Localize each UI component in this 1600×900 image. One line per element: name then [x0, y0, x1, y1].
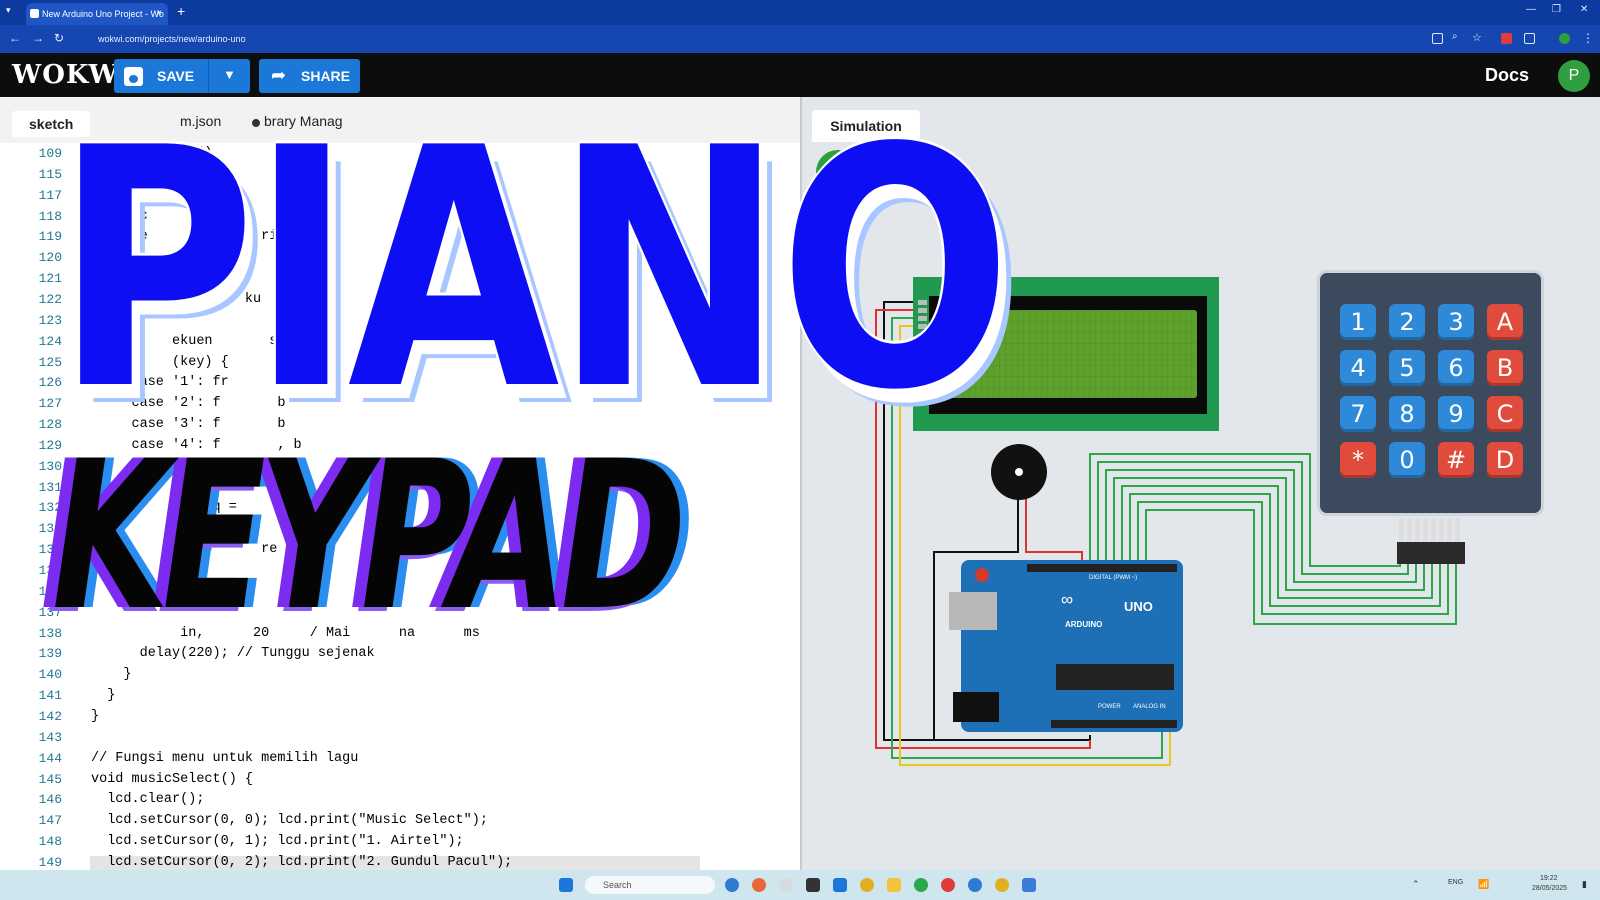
keypad-key[interactable]: 7	[1340, 396, 1376, 432]
keypad-key[interactable]: B	[1487, 350, 1523, 386]
notification-icon[interactable]: ▮	[1582, 879, 1587, 890]
power-pin-label: POWER	[1098, 704, 1121, 710]
terminal-icon[interactable]	[806, 878, 820, 892]
keypad-pin	[1431, 518, 1436, 542]
keypad-key[interactable]: #	[1438, 442, 1474, 478]
windows-start-icon[interactable]	[559, 878, 573, 892]
keypad-pin	[1423, 518, 1428, 542]
language-indicator[interactable]: ENG	[1448, 879, 1463, 886]
keypad-key[interactable]: 4	[1340, 350, 1376, 386]
atmega-chip	[1056, 664, 1174, 690]
clock-time[interactable]: 19:22	[1540, 875, 1558, 882]
keypad-key[interactable]: D	[1487, 442, 1523, 478]
arduino-uno-board[interactable]: ∞ UNO ARDUINO DIGITAL (PWM ~) POWER ANAL…	[949, 560, 1183, 732]
board-label: UNO	[1124, 599, 1153, 614]
overlay-title-piano: PIANO	[55, 78, 1012, 462]
keypad-pin	[1447, 518, 1452, 542]
usb-port	[949, 592, 997, 630]
chrome-profile-2-icon[interactable]	[941, 878, 955, 892]
power-jack	[953, 692, 999, 722]
app-icon[interactable]	[779, 878, 793, 892]
keypad-key[interactable]: C	[1487, 396, 1523, 432]
keypad-pin	[1415, 518, 1420, 542]
tray-chevron-icon[interactable]: ⌃	[1412, 879, 1420, 890]
chrome-profile-4-icon[interactable]	[995, 878, 1009, 892]
keypad-key[interactable]: 3	[1438, 304, 1474, 340]
chrome-profile-1-icon[interactable]	[914, 878, 928, 892]
chrome-profile-3-icon[interactable]	[968, 878, 982, 892]
keypad-key[interactable]: A	[1487, 304, 1523, 340]
keypad-pin	[1439, 518, 1444, 542]
clock-date[interactable]: 28/05/2025	[1532, 885, 1567, 892]
screen: ▾ New Arduino Uno Project - Wo × + — ❐ ✕…	[0, 0, 1600, 900]
analog-header	[1051, 720, 1177, 728]
keypad-key[interactable]: 0	[1389, 442, 1425, 478]
wifi-icon[interactable]: 📶	[1478, 879, 1489, 890]
keypad-pin	[1399, 518, 1404, 542]
arduino-logo-icon: ∞	[1061, 590, 1074, 609]
keypad-key[interactable]: 9	[1438, 396, 1474, 432]
keypad-key[interactable]: 6	[1438, 350, 1474, 386]
keypad-key[interactable]: 1	[1340, 304, 1376, 340]
digital-pin-label: DIGITAL (PWM ~)	[1089, 575, 1138, 581]
taskbar-search[interactable]: Search	[585, 876, 715, 894]
overlay-title-keypad: KEYPAD	[52, 418, 687, 656]
reset-button[interactable]	[975, 568, 989, 582]
windows-taskbar	[0, 870, 1600, 900]
board-brand: ARDUINO	[1065, 620, 1103, 629]
keypad-pin	[1407, 518, 1412, 542]
chrome-icon[interactable]	[860, 878, 874, 892]
calculator-icon[interactable]	[1022, 878, 1036, 892]
keypad-key[interactable]: *	[1340, 442, 1376, 478]
edge-icon[interactable]	[725, 878, 739, 892]
analog-pin-label: ANALOG IN	[1133, 704, 1166, 710]
keypad-key[interactable]: 5	[1389, 350, 1425, 386]
keypad-key[interactable]: 8	[1389, 396, 1425, 432]
keypad-key[interactable]: 2	[1389, 304, 1425, 340]
keypad-connector	[1397, 542, 1465, 564]
wire-buzzer-signal[interactable]	[1025, 498, 1083, 566]
digital-header	[1027, 564, 1177, 572]
file-explorer-icon[interactable]	[887, 878, 901, 892]
keypad-pin	[1455, 518, 1460, 542]
copilot-icon[interactable]	[752, 878, 766, 892]
store-icon[interactable]	[833, 878, 847, 892]
